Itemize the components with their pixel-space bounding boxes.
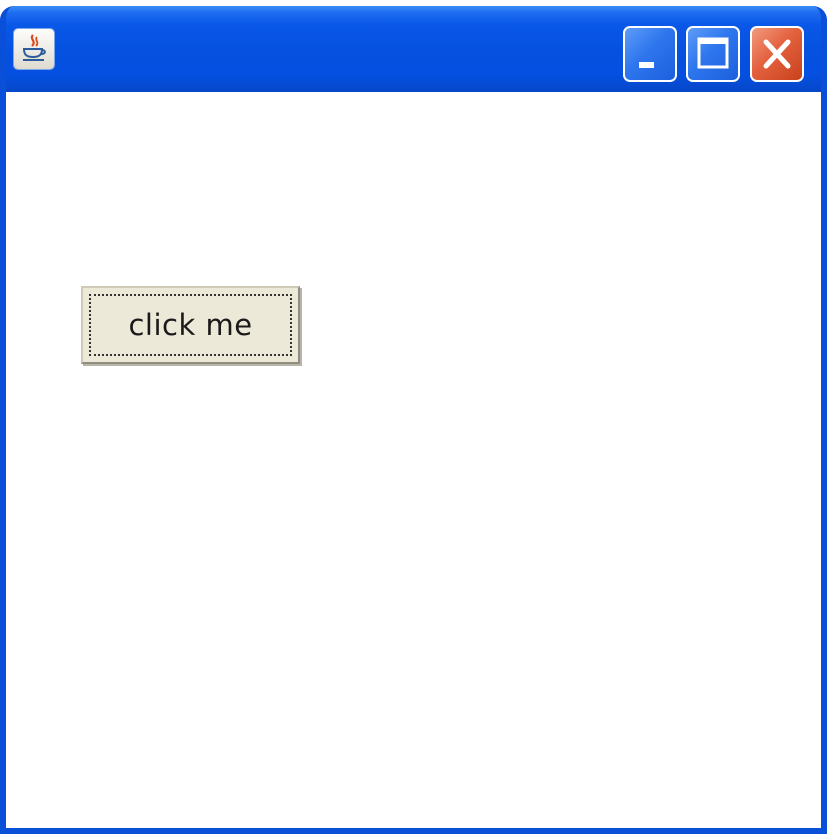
close-icon (752, 28, 802, 80)
maximize-icon (688, 28, 738, 80)
maximize-button[interactable] (686, 26, 740, 82)
click-me-button[interactable]: click me (81, 286, 300, 364)
content-pane: click me (6, 92, 821, 828)
title-bar[interactable] (6, 6, 821, 92)
click-me-label: click me (128, 308, 253, 342)
app-window: click me (0, 6, 827, 834)
java-coffee-cup-icon[interactable] (14, 29, 54, 69)
minimize-button[interactable] (623, 26, 677, 82)
close-button[interactable] (750, 26, 804, 82)
focus-ring: click me (89, 294, 292, 356)
minimize-icon (625, 28, 675, 80)
